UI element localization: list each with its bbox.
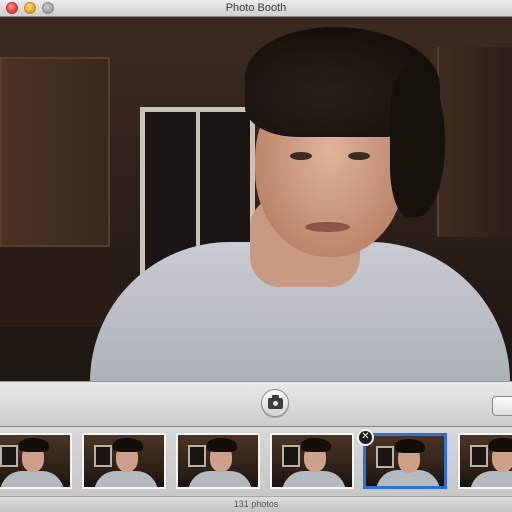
photo-booth-window: Photo Booth ✕ 131 photos — [0, 0, 512, 512]
delete-photo-icon[interactable]: ✕ — [357, 429, 374, 446]
photo-thumbnail-selected[interactable] — [363, 433, 447, 489]
toolbar — [0, 381, 512, 427]
window-title: Photo Booth — [225, 2, 287, 14]
person — [90, 27, 510, 381]
filmstrip — [0, 427, 512, 496]
camera-preview — [0, 17, 512, 381]
photo-thumbnail[interactable] — [458, 433, 512, 489]
title-bar: Photo Booth — [0, 0, 512, 17]
photo-thumbnail[interactable] — [270, 433, 354, 489]
person-eye-left — [290, 152, 312, 160]
photo-thumbnail[interactable] — [176, 433, 260, 489]
photo-thumbnail[interactable] — [0, 433, 72, 489]
effects-button[interactable] — [492, 396, 512, 416]
take-photo-button[interactable] — [261, 389, 289, 417]
person-mouth — [305, 222, 350, 232]
person-eye-right — [348, 152, 370, 160]
photo-thumbnail[interactable] — [82, 433, 166, 489]
status-bar: 131 photos — [0, 496, 512, 512]
camera-icon — [267, 394, 283, 409]
photo-count: 131 photos — [233, 499, 279, 509]
person-hair-side — [390, 67, 445, 217]
